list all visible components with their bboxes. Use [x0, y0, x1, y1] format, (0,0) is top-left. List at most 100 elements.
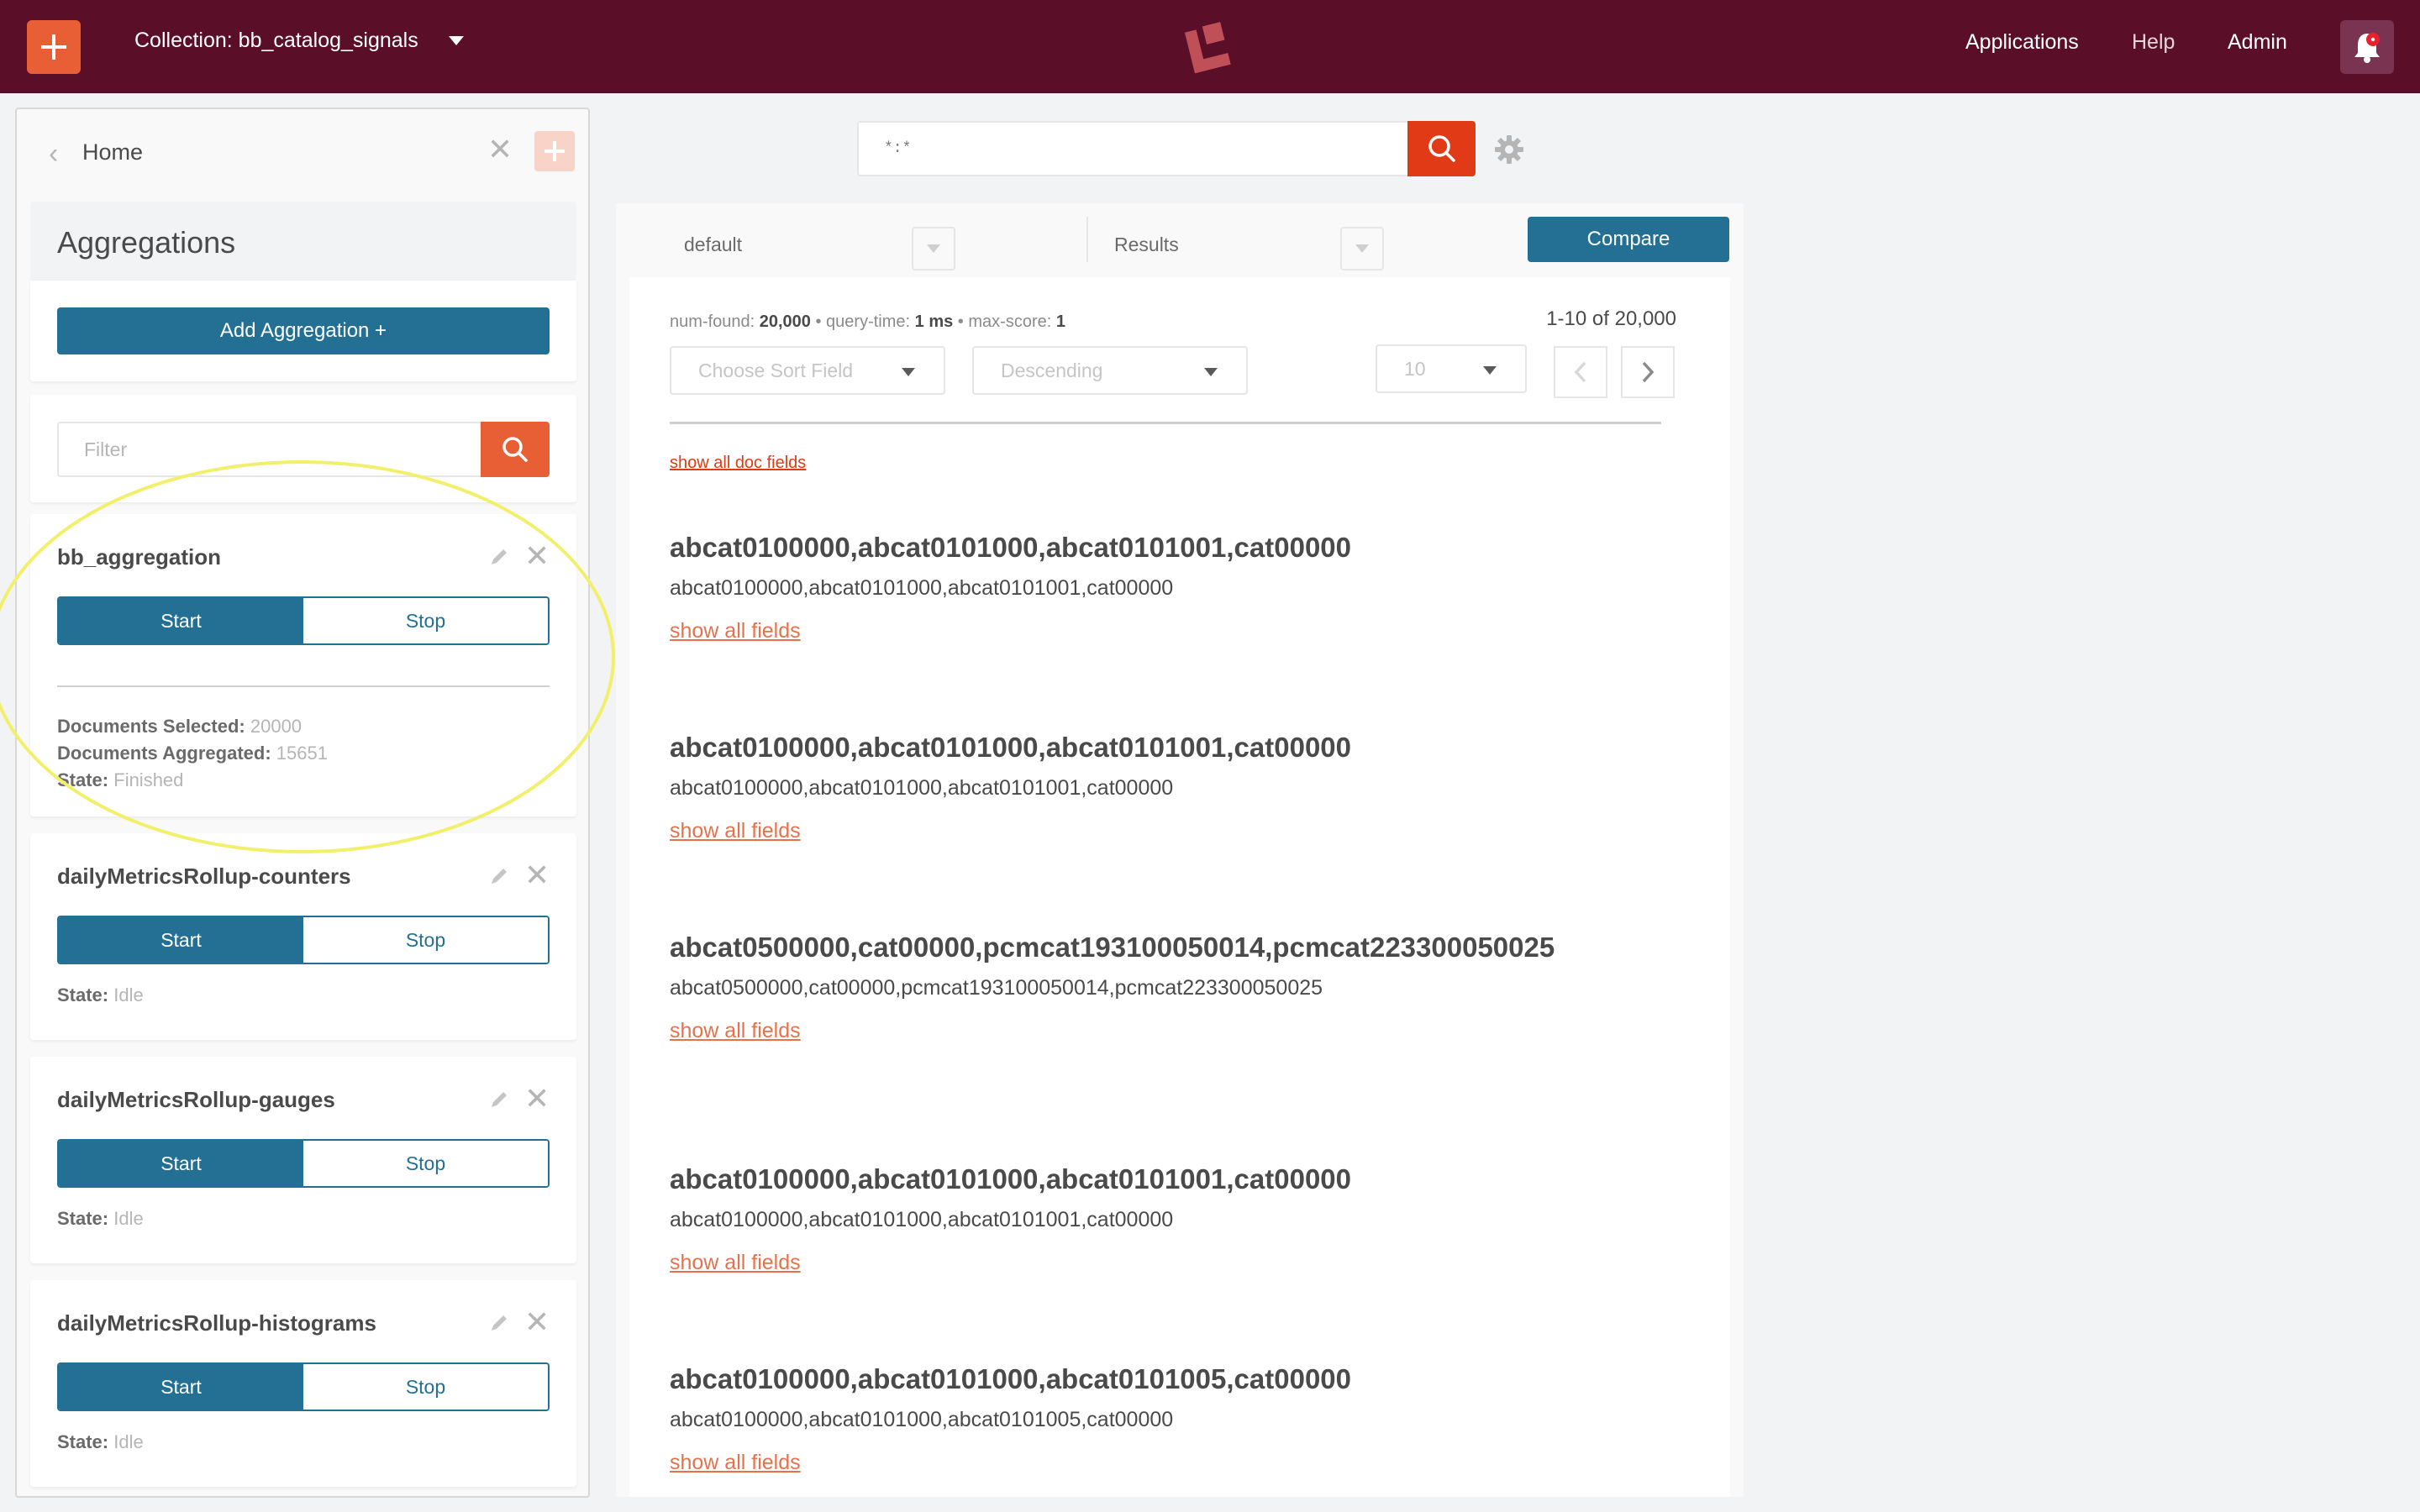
view-dropdown[interactable]: [1340, 227, 1384, 270]
query-search-button[interactable]: [1407, 121, 1476, 176]
result-subtitle: abcat0100000,abcat0101000,abcat0101005,c…: [670, 1408, 1174, 1431]
stop-button[interactable]: Stop: [303, 917, 548, 963]
add-aggregation-button[interactable]: Add Aggregation +: [57, 307, 550, 354]
aggregations-panel: ‹ Home ✕ Aggregations Add Aggregation + …: [15, 108, 590, 1498]
stat-state: State: Idle: [57, 984, 144, 1005]
delete-icon[interactable]: ✕: [524, 860, 550, 890]
result-subtitle: abcat0100000,abcat0101000,abcat0101001,c…: [670, 776, 1174, 800]
start-stop-toggle: Start Stop: [57, 596, 550, 645]
show-all-fields-link[interactable]: show all fields: [670, 1251, 801, 1275]
filter-search-button[interactable]: [481, 422, 550, 477]
divider: [670, 422, 1661, 424]
next-page-button[interactable]: [1621, 346, 1675, 398]
page-size-select[interactable]: 10: [1376, 344, 1527, 393]
start-stop-toggle: Start Stop: [57, 1139, 550, 1188]
query-stats: num-found: 20,000 • query-time: 1 ms • m…: [670, 312, 1065, 331]
gear-icon[interactable]: [1494, 134, 1524, 165]
show-all-fields-link[interactable]: show all fields: [670, 1451, 801, 1475]
filter-input[interactable]: [57, 422, 481, 477]
result-item: abcat0100000,abcat0101000,abcat0101001,c…: [670, 1163, 1661, 1275]
prev-page-button[interactable]: [1554, 346, 1607, 398]
query-input[interactable]: [857, 121, 1408, 176]
delete-icon[interactable]: ✕: [524, 541, 550, 571]
result-subtitle: abcat0500000,cat00000,pcmcat193100050014…: [670, 976, 1323, 1000]
aggregation-card: dailyMetricsRollup-gauges ✕ Start Stop S…: [30, 1057, 576, 1263]
show-all-fields-link[interactable]: show all fields: [670, 819, 801, 843]
panel-header: ‹ Home ✕: [17, 109, 588, 193]
aggregation-name: dailyMetricsRollup-counters: [57, 864, 351, 889]
close-panel-icon[interactable]: ✕: [487, 134, 513, 165]
query-time: 1 ms: [914, 312, 954, 331]
panel-add-button[interactable]: [534, 131, 575, 171]
result-item: abcat0500000,cat00000,pcmcat193100050014…: [670, 931, 1661, 1043]
result-title: abcat0100000,abcat0101000,abcat0101001,c…: [670, 732, 1351, 763]
stop-button[interactable]: Stop: [303, 598, 548, 643]
panel-title: Aggregations: [57, 225, 236, 260]
start-stop-toggle: Start Stop: [57, 916, 550, 964]
panel-title-section: Aggregations: [30, 202, 576, 281]
home-link[interactable]: Home: [82, 139, 143, 165]
start-button[interactable]: Start: [59, 1141, 303, 1186]
caret-down-icon: [1204, 368, 1218, 376]
max-score: 1: [1055, 312, 1065, 331]
stat-state: State: Idle: [57, 1208, 144, 1229]
show-all-fields-link[interactable]: show all fields: [670, 619, 801, 643]
stat-documents-aggregated: Documents Aggregated: 15651: [57, 743, 328, 764]
nav-applications[interactable]: Applications: [1965, 30, 2079, 55]
view-label: Results: [1114, 234, 1179, 255]
collection-selector[interactable]: Collection: bb_catalog_signals: [134, 29, 464, 53]
result-item: abcat0100000,abcat0101000,abcat0101005,c…: [670, 1362, 1661, 1475]
sort-order-select[interactable]: Descending: [972, 346, 1248, 395]
stop-button[interactable]: Stop: [303, 1364, 548, 1410]
pencil-icon[interactable]: [488, 865, 510, 887]
show-all-doc-fields-link[interactable]: show all doc fields: [670, 454, 806, 473]
chevron-right-icon: [1642, 361, 1655, 383]
top-bar: Collection: bb_catalog_signals Applicati…: [0, 0, 2420, 93]
global-add-button[interactable]: [27, 20, 81, 74]
start-button[interactable]: Start: [59, 598, 303, 643]
search-icon: [502, 437, 528, 462]
result-title: abcat0100000,abcat0101000,abcat0101001,c…: [670, 1163, 1351, 1194]
add-aggregation-section: Add Aggregation +: [30, 281, 576, 381]
aggregation-card: dailyMetricsRollup-counters ✕ Start Stop…: [30, 833, 576, 1040]
notifications-button[interactable]: [2340, 20, 2394, 74]
result-title: abcat0100000,abcat0101000,abcat0101001,c…: [670, 532, 1351, 563]
compare-button[interactable]: Compare: [1528, 217, 1729, 262]
delete-icon[interactable]: ✕: [524, 1084, 550, 1114]
pencil-icon[interactable]: [488, 546, 510, 568]
nav-admin[interactable]: Admin: [2228, 30, 2287, 55]
result-item: abcat0100000,abcat0101000,abcat0101001,c…: [670, 731, 1661, 843]
num-found: 20,000: [759, 312, 811, 331]
start-button[interactable]: Start: [59, 917, 303, 963]
caret-down-icon: [448, 36, 464, 45]
caret-down-icon: [902, 368, 915, 376]
bell-icon: [2354, 33, 2380, 63]
result-title: abcat0100000,abcat0101000,abcat0101005,c…: [670, 1363, 1351, 1394]
filter-section: [30, 395, 576, 502]
results-list: num-found: 20,000 • query-time: 1 ms • m…: [629, 277, 1730, 1497]
results-panel: default Results Compare num-found: 20,00…: [616, 203, 1744, 1497]
result-range: 1-10 of 20,000: [1546, 307, 1676, 330]
chevron-left-icon[interactable]: ‹: [49, 138, 58, 171]
stop-button[interactable]: Stop: [303, 1141, 548, 1186]
app-logo: [1184, 22, 1231, 74]
nav-help[interactable]: Help: [2132, 30, 2175, 55]
aggregation-name: bb_aggregation: [57, 544, 222, 570]
divider: [57, 685, 550, 687]
sort-field-select[interactable]: Choose Sort Field: [670, 346, 945, 395]
delete-icon[interactable]: ✕: [524, 1307, 550, 1337]
pencil-icon[interactable]: [488, 1312, 510, 1334]
show-all-fields-link[interactable]: show all fields: [670, 1019, 801, 1043]
aggregation-name: dailyMetricsRollup-histograms: [57, 1310, 376, 1336]
result-subtitle: abcat0100000,abcat0101000,abcat0101001,c…: [670, 576, 1174, 600]
result-subtitle: abcat0100000,abcat0101000,abcat0101001,c…: [670, 1208, 1174, 1231]
pencil-icon[interactable]: [488, 1089, 510, 1110]
aggregation-card: dailyMetricsRollup-histograms ✕ Start St…: [30, 1280, 576, 1487]
start-button[interactable]: Start: [59, 1364, 303, 1410]
divider: [1086, 217, 1088, 262]
pipeline-dropdown[interactable]: [912, 227, 955, 270]
stat-state: State: Idle: [57, 1431, 144, 1452]
stat-documents-selected: Documents Selected: 20000: [57, 716, 302, 737]
caret-down-icon: [927, 244, 940, 253]
result-title: abcat0500000,cat00000,pcmcat193100050014…: [670, 932, 1555, 963]
